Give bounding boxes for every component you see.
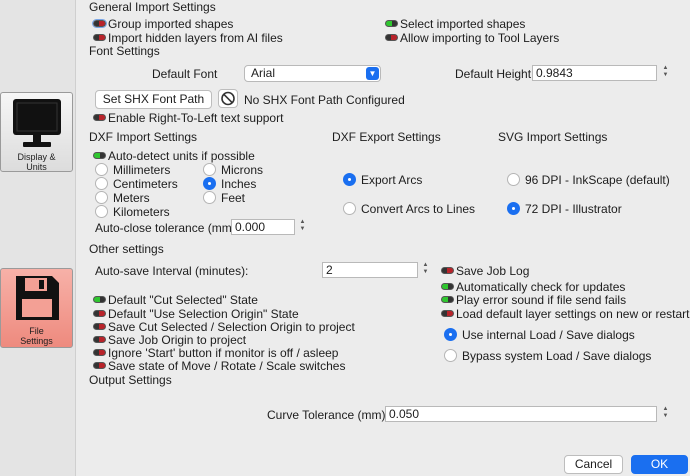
toggle-on-icon: [441, 296, 454, 304]
toggle-off-icon: [441, 267, 454, 275]
allow-tool-layers-toggle[interactable]: Allow importing to Tool Layers: [385, 31, 559, 45]
section-title-other: Other settings: [89, 242, 164, 256]
autosave-interval-stepper[interactable]: ▲ ▼: [421, 262, 430, 278]
save-job-origin-toggle[interactable]: Save Job Origin to project: [93, 333, 246, 347]
default-use-selection-origin-toggle[interactable]: Default "Use Selection Origin" State: [93, 307, 299, 321]
load-default-layer-toggle[interactable]: Load default layer settings on new or re…: [441, 307, 689, 321]
set-shx-font-path-button[interactable]: Set SHX Font Path: [95, 90, 212, 109]
toggle-off-icon: [93, 310, 106, 318]
unit-radio-inches[interactable]: Inches: [203, 177, 256, 191]
cancel-button[interactable]: Cancel: [564, 455, 623, 474]
default-font-label: Default Font: [152, 67, 218, 81]
section-title-svg-import: SVG Import Settings: [498, 130, 608, 144]
settings-sidebar: Display & Units File Settings: [0, 0, 76, 476]
dpi-96-radio[interactable]: 96 DPI - InkScape (default): [507, 173, 670, 187]
sidebar-item-file-settings[interactable]: File Settings: [0, 268, 73, 348]
unit-radio-centimeters[interactable]: Centimeters: [95, 177, 178, 191]
radio-off-icon: [507, 173, 520, 187]
radio-off-icon: [203, 163, 216, 177]
radio-off-icon: [95, 205, 108, 219]
radio-off-icon: [95, 177, 108, 191]
rtl-support-toggle[interactable]: Enable Right-To-Left text support: [93, 111, 283, 125]
auto-close-tolerance-label: Auto-close tolerance (mm): [95, 221, 236, 235]
dpi-72-radio[interactable]: 72 DPI - Illustrator: [507, 202, 622, 216]
default-font-select[interactable]: Arial ▼: [244, 65, 381, 82]
curve-tolerance-input[interactable]: 0.050: [385, 406, 657, 422]
toggle-on-icon: [93, 296, 106, 304]
convert-arcs-radio[interactable]: Convert Arcs to Lines: [343, 202, 475, 216]
radio-off-icon: [444, 349, 457, 363]
clear-shx-path-button[interactable]: [218, 89, 238, 108]
auto-close-tolerance-stepper[interactable]: ▲ ▼: [298, 219, 307, 235]
unit-radio-feet[interactable]: Feet: [203, 191, 245, 205]
internal-dialogs-radio[interactable]: Use internal Load / Save dialogs: [444, 328, 635, 342]
default-height-stepper[interactable]: ▲ ▼: [661, 65, 670, 81]
group-imported-shapes-toggle[interactable]: Group imported shapes: [92, 17, 233, 31]
monitor-icon: [12, 99, 61, 147]
unit-radio-kilometers[interactable]: Kilometers: [95, 205, 170, 219]
toggle-off-icon: [93, 336, 106, 344]
default-cut-selected-toggle[interactable]: Default "Cut Selected" State: [93, 293, 258, 307]
autosave-interval-label: Auto-save Interval (minutes):: [95, 264, 249, 278]
toggle-off-icon: [385, 34, 398, 42]
radio-off-icon: [95, 163, 108, 177]
section-title-font: Font Settings: [89, 44, 160, 58]
sidebar-item-label: Display &: [17, 152, 56, 162]
section-title-general-import: General Import Settings: [89, 0, 216, 14]
save-job-log-toggle[interactable]: Save Job Log: [441, 264, 529, 278]
no-sign-icon: [221, 91, 235, 106]
radio-off-icon: [203, 191, 216, 205]
section-title-output: Output Settings: [89, 373, 172, 387]
import-hidden-layers-toggle[interactable]: Import hidden layers from AI files: [93, 31, 283, 45]
section-title-dxf-export: DXF Export Settings: [332, 130, 441, 144]
save-cut-selected-toggle[interactable]: Save Cut Selected / Selection Origin to …: [93, 320, 355, 334]
save-state-switches-toggle[interactable]: Save state of Move / Rotate / Scale swit…: [93, 359, 345, 373]
radio-on-icon: [444, 328, 457, 342]
toggle-off-icon: [441, 310, 454, 318]
toggle-off-icon: [92, 19, 107, 29]
toggle-off-icon: [93, 34, 106, 42]
radio-on-icon: [203, 177, 216, 191]
export-arcs-radio[interactable]: Export Arcs: [343, 173, 422, 187]
select-imported-shapes-toggle[interactable]: Select imported shapes: [385, 17, 525, 31]
radio-off-icon: [95, 191, 108, 205]
floppy-disk-icon: [15, 276, 59, 320]
curve-tolerance-label: Curve Tolerance (mm): [267, 408, 386, 422]
ok-button[interactable]: OK: [631, 455, 688, 474]
auto-detect-units-toggle[interactable]: Auto-detect units if possible: [93, 149, 255, 163]
check-updates-toggle[interactable]: Automatically check for updates: [441, 280, 625, 294]
default-height-label: Default Height: [455, 67, 532, 81]
autosave-interval-input[interactable]: 2: [322, 262, 418, 278]
sidebar-item-label: File: [29, 326, 44, 336]
unit-radio-microns[interactable]: Microns: [203, 163, 263, 177]
unit-radio-millimeters[interactable]: Millimeters: [95, 163, 170, 177]
toggle-off-icon: [93, 114, 106, 122]
radio-on-icon: [507, 202, 520, 216]
chevron-down-icon: ▼: [366, 67, 379, 80]
play-error-sound-toggle[interactable]: Play error sound if file send fails: [441, 293, 626, 307]
sidebar-item-label: Units: [26, 162, 47, 172]
toggle-on-icon: [385, 20, 398, 28]
section-title-dxf-import: DXF Import Settings: [89, 130, 198, 144]
radio-off-icon: [343, 202, 356, 216]
ignore-start-button-toggle[interactable]: Ignore 'Start' button if monitor is off …: [93, 346, 338, 360]
sidebar-item-label: Settings: [20, 336, 53, 346]
unit-radio-meters[interactable]: Meters: [95, 191, 150, 205]
sidebar-item-display-units[interactable]: Display & Units: [0, 92, 73, 172]
auto-close-tolerance-input[interactable]: 0.000: [231, 219, 295, 235]
toggle-off-icon: [93, 323, 106, 331]
bypass-dialogs-radio[interactable]: Bypass system Load / Save dialogs: [444, 349, 651, 363]
curve-tolerance-stepper[interactable]: ▲ ▼: [661, 406, 670, 422]
toggle-off-icon: [93, 362, 106, 370]
toggle-on-icon: [93, 152, 106, 160]
toggle-off-icon: [93, 349, 106, 357]
shx-status-text: No SHX Font Path Configured: [244, 93, 405, 107]
radio-on-icon: [343, 173, 356, 187]
toggle-on-icon: [441, 283, 454, 291]
default-height-input[interactable]: 0.9843: [532, 65, 657, 81]
